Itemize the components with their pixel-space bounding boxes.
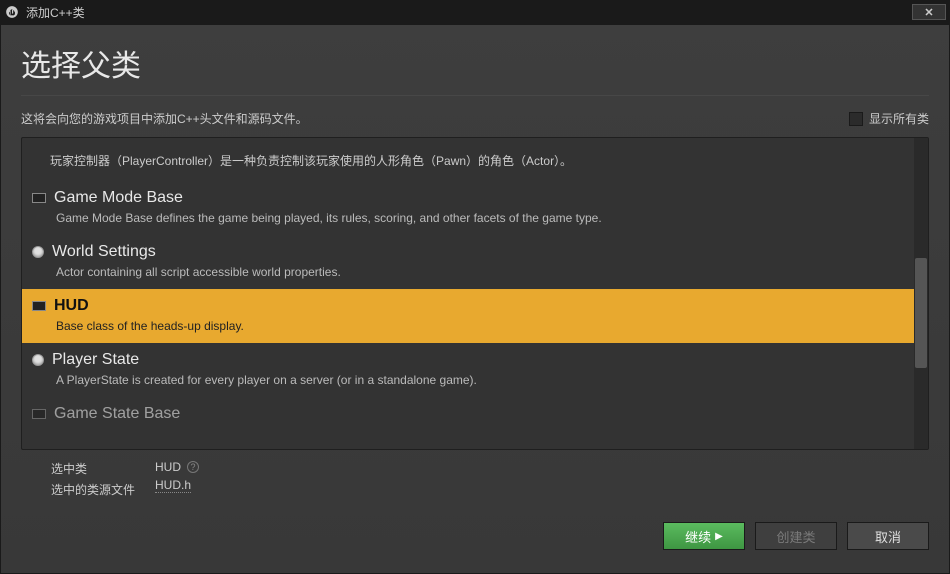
scrollbar-thumb[interactable] bbox=[915, 258, 927, 368]
class-name: World Settings bbox=[52, 243, 156, 261]
class-intro-text: 玩家控制器（PlayerController）是一种负责控制该玩家使用的人形角色… bbox=[22, 138, 914, 181]
box-icon bbox=[32, 301, 46, 311]
class-desc: Game Mode Base defines the game being pl… bbox=[32, 211, 904, 225]
class-item-game-state-base[interactable]: Game State Base bbox=[22, 397, 914, 423]
class-name: Player State bbox=[52, 351, 139, 369]
cancel-label: 取消 bbox=[875, 527, 901, 546]
close-button[interactable]: ✕ bbox=[912, 4, 946, 20]
show-all-label: 显示所有类 bbox=[869, 110, 929, 127]
class-item-hud[interactable]: HUD Base class of the heads-up display. bbox=[22, 289, 914, 343]
show-all-checkbox[interactable] bbox=[849, 112, 863, 126]
class-item-head: Game Mode Base bbox=[32, 189, 904, 207]
source-file-value-row: HUD.h bbox=[155, 478, 199, 493]
class-list-scrollbar[interactable] bbox=[914, 138, 928, 449]
class-item-game-mode-base[interactable]: Game Mode Base Game Mode Base defines th… bbox=[22, 181, 914, 235]
class-item-player-state[interactable]: Player State A PlayerState is created fo… bbox=[22, 343, 914, 397]
subhead-text: 这将会向您的游戏项目中添加C++头文件和源码文件。 bbox=[21, 110, 849, 127]
class-desc: Actor containing all script accessible w… bbox=[32, 265, 904, 279]
chevron-right-icon: ▶ bbox=[715, 531, 723, 542]
selected-class-value: HUD bbox=[155, 460, 181, 474]
show-all-classes: 显示所有类 bbox=[849, 110, 929, 127]
continue-label: 继续 bbox=[685, 527, 711, 546]
source-file-link[interactable]: HUD.h bbox=[155, 478, 191, 493]
page-title: 选择父类 bbox=[21, 41, 929, 85]
selection-labels: 选中类 选中的类源文件 bbox=[51, 460, 135, 498]
continue-button[interactable]: 继续 ▶ bbox=[663, 522, 745, 550]
class-item-head: Game State Base bbox=[32, 405, 904, 423]
create-class-button: 创建类 bbox=[755, 522, 837, 550]
class-desc: A PlayerState is created for every playe… bbox=[32, 373, 904, 387]
class-desc: Base class of the heads-up display. bbox=[32, 319, 904, 333]
selection-values: HUD ? HUD.h bbox=[155, 460, 199, 498]
subhead-row: 这将会向您的游戏项目中添加C++头文件和源码文件。 显示所有类 bbox=[21, 110, 929, 127]
selection-info: 选中类 选中的类源文件 HUD ? HUD.h bbox=[21, 450, 929, 498]
class-item-head: World Settings bbox=[32, 243, 904, 261]
sphere-icon bbox=[32, 246, 44, 258]
titlebar: 添加C++类 ✕ bbox=[0, 0, 950, 24]
class-name: Game State Base bbox=[54, 405, 180, 423]
selected-class-value-row: HUD ? bbox=[155, 460, 199, 474]
class-list-panel: 玩家控制器（PlayerController）是一种负责控制该玩家使用的人形角色… bbox=[21, 137, 929, 450]
create-label: 创建类 bbox=[776, 527, 815, 546]
class-item-head: Player State bbox=[32, 351, 904, 369]
class-item-head: HUD bbox=[32, 297, 904, 315]
box-icon bbox=[32, 409, 46, 419]
footer: 继续 ▶ 创建类 取消 bbox=[21, 522, 929, 550]
divider bbox=[21, 95, 929, 96]
help-icon[interactable]: ? bbox=[187, 461, 199, 473]
box-icon bbox=[32, 193, 46, 203]
source-file-label: 选中的类源文件 bbox=[51, 481, 135, 498]
unreal-logo-icon bbox=[4, 4, 20, 20]
class-item-world-settings[interactable]: World Settings Actor containing all scri… bbox=[22, 235, 914, 289]
add-cpp-class-dialog: 添加C++类 ✕ 选择父类 这将会向您的游戏项目中添加C++头文件和源码文件。 … bbox=[0, 0, 950, 574]
class-name: Game Mode Base bbox=[54, 189, 183, 207]
cancel-button[interactable]: 取消 bbox=[847, 522, 929, 550]
window-title: 添加C++类 bbox=[26, 4, 912, 21]
sphere-icon bbox=[32, 354, 44, 366]
selected-class-label: 选中类 bbox=[51, 460, 135, 477]
class-name: HUD bbox=[54, 297, 89, 315]
dialog-content: 选择父类 这将会向您的游戏项目中添加C++头文件和源码文件。 显示所有类 玩家控… bbox=[0, 24, 950, 574]
class-list: 玩家控制器（PlayerController）是一种负责控制该玩家使用的人形角色… bbox=[22, 138, 914, 449]
